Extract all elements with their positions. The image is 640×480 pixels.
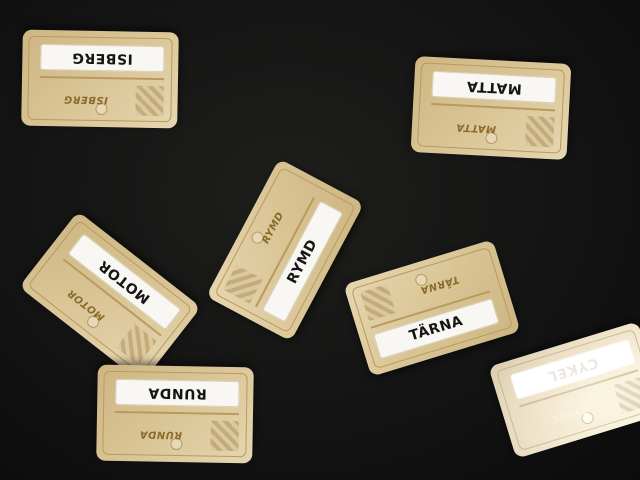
card-small-word: RUNDA xyxy=(139,428,183,441)
card-word-box: CYKEL xyxy=(509,338,636,400)
card-small-word: ISBERG xyxy=(63,93,108,106)
card-pattern xyxy=(525,115,555,148)
card-frame xyxy=(495,328,640,452)
card-pattern xyxy=(135,85,164,117)
card-small-word: CYKEL xyxy=(549,402,590,425)
table-surface: ISBERG ISBERG MATTA MATTA RYMD RYMD MOTO… xyxy=(0,0,640,480)
card-dot xyxy=(580,410,596,426)
word-card-isberg: ISBERG ISBERG xyxy=(21,29,179,129)
word-card-motor: MOTOR MOTOR xyxy=(18,211,202,383)
card-divider xyxy=(519,369,639,408)
card-main-word: RUNDA xyxy=(147,384,207,402)
card-main-word: MATTA xyxy=(466,77,523,97)
card-word-box: ISBERG xyxy=(40,43,165,73)
card-pattern xyxy=(210,420,239,452)
card-main-word: CYKEL xyxy=(545,354,601,385)
word-card-cykel: CYKEL CYKEL xyxy=(488,321,640,459)
word-card-tarna: TÄRNA TÄRNA xyxy=(343,239,521,377)
word-card-rymd: RYMD RYMD xyxy=(205,158,365,342)
word-card-matta: MATTA MATTA xyxy=(410,55,572,161)
word-card-runda: RUNDA RUNDA xyxy=(96,364,254,464)
card-pattern xyxy=(613,377,640,414)
card-main-word: ISBERG xyxy=(71,49,133,67)
card-word-box: RUNDA xyxy=(115,378,240,408)
